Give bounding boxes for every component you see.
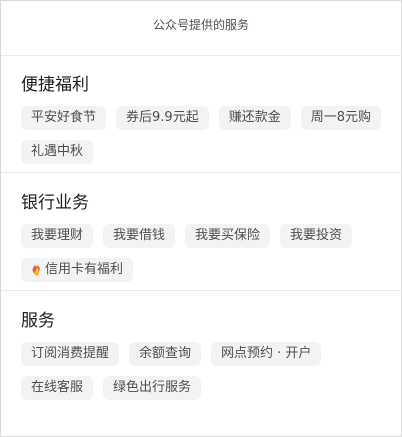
service-item-green-travel[interactable]: 绿色出行服务 (103, 376, 202, 400)
service-item-wealth-management[interactable]: 我要理财 (21, 224, 94, 248)
service-item-branch-appointment-account-opening[interactable]: 网点预约 · 开户 (211, 342, 322, 366)
benefits-items: 平安好食节 券后9.9元起 赚还款金 周一8元购 礼遇中秋 (21, 106, 391, 164)
service-item-balance-inquiry[interactable]: 余额查询 (129, 342, 202, 366)
section-title-benefits: 便捷福利 (21, 75, 89, 95)
service-items: 订阅消费提醒 余额查询 网点预约 · 开户 在线客服 绿色出行服务 (21, 342, 391, 400)
service-item-monday-8-yuan[interactable]: 周一8元购 (300, 106, 381, 130)
page-title: 公众号提供的服务 (1, 1, 401, 56)
section-title-banking: 银行业务 (21, 193, 89, 213)
service-panel: 公众号提供的服务 便捷福利 平安好食节 券后9.9元起 赚还款金 周一8元购 礼… (0, 0, 402, 437)
service-item-coupon-9-9[interactable]: 券后9.9元起 (116, 106, 209, 130)
service-item-buy-insurance[interactable]: 我要买保险 (185, 224, 271, 248)
service-item-online-customer-service[interactable]: 在线客服 (21, 376, 94, 400)
service-item-earn-repayment[interactable]: 赚还款金 (218, 106, 291, 130)
credit-card-benefits-label: 信用卡有福利 (45, 262, 124, 277)
section-services: 服务 订阅消费提醒 余额查询 网点预约 · 开户 在线客服 绿色出行服务 (1, 291, 401, 408)
section-banking-services: 银行业务 我要理财 我要借钱 我要买保险 我要投资 信用卡有福利 (1, 173, 401, 291)
service-item-subscribe-consumption-reminder[interactable]: 订阅消费提醒 (21, 342, 120, 366)
fire-icon (32, 263, 40, 276)
service-item-investment[interactable]: 我要投资 (280, 224, 353, 248)
section-convenient-benefits: 便捷福利 平安好食节 券后9.9元起 赚还款金 周一8元购 礼遇中秋 (1, 56, 401, 173)
banking-items: 我要理财 我要借钱 我要买保险 我要投资 信用卡有福利 (21, 224, 391, 282)
section-title-services: 服务 (21, 311, 55, 331)
service-item-borrow-money[interactable]: 我要借钱 (103, 224, 176, 248)
service-item-credit-card-benefits[interactable]: 信用卡有福利 (21, 258, 134, 282)
service-item-safe-food-festival[interactable]: 平安好食节 (21, 106, 107, 130)
service-item-mid-autumn-gift[interactable]: 礼遇中秋 (21, 140, 94, 164)
